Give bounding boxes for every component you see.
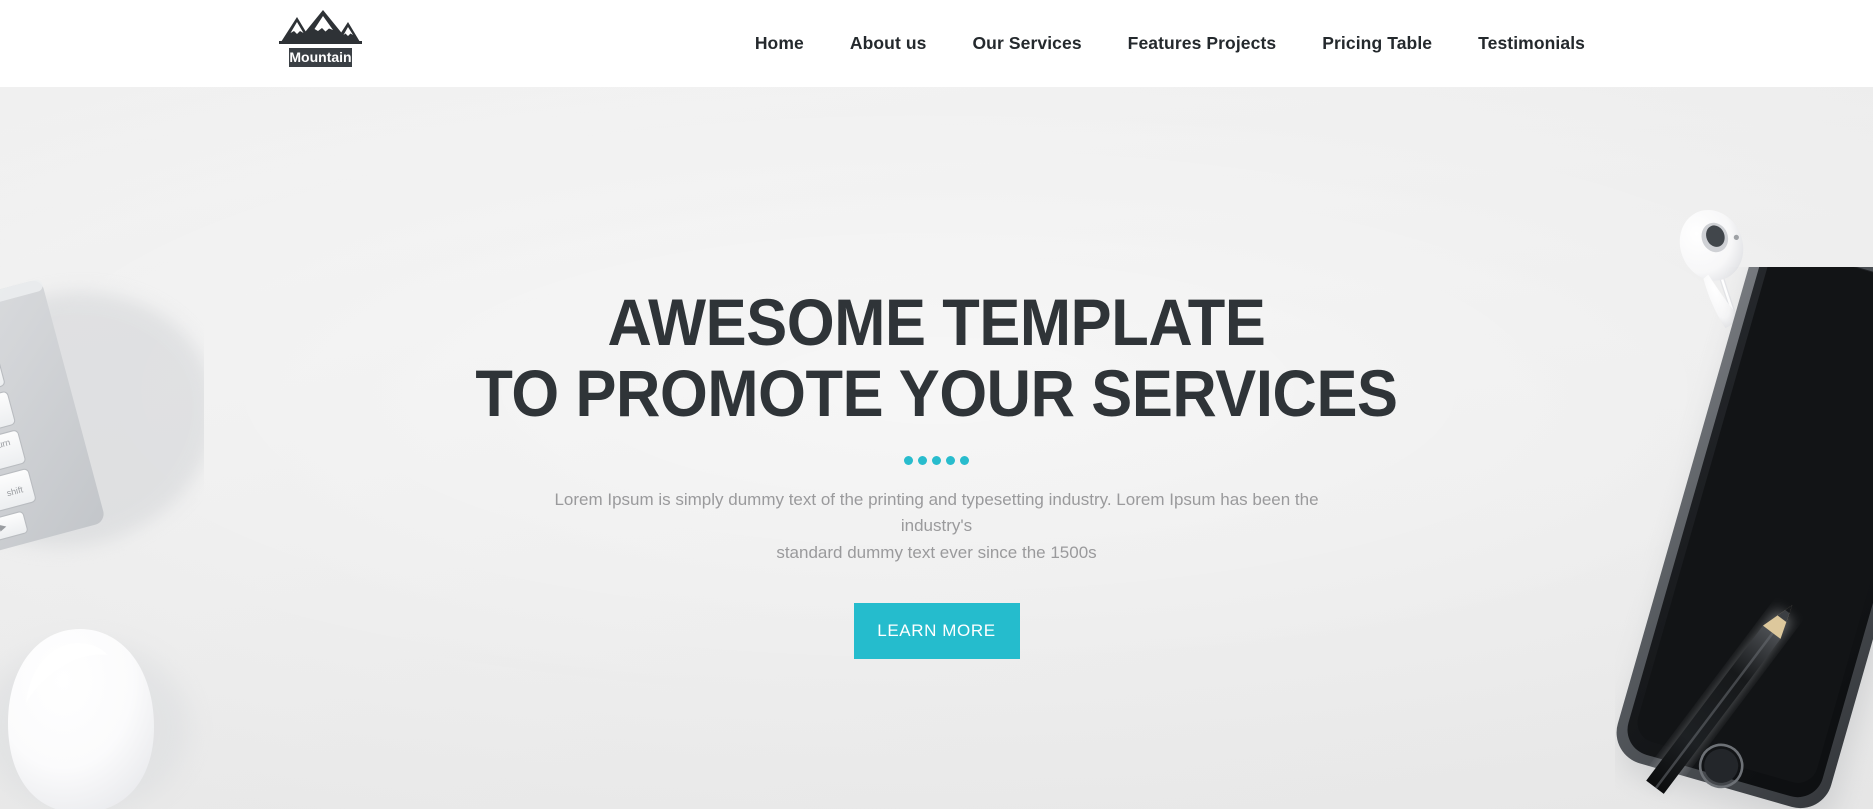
divider-dot — [960, 455, 969, 465]
divider-dot — [946, 455, 955, 465]
dot-divider — [877, 455, 997, 465]
nav-item-about-us: About us — [804, 27, 927, 60]
nav-item-pricing-table: Pricing Table — [1276, 27, 1432, 60]
nav-item-features-projects: Features Projects — [1082, 27, 1277, 60]
nav-link-testimonials[interactable]: Testimonials — [1478, 27, 1585, 60]
hero-description: Lorem Ipsum is simply dummy text of the … — [537, 487, 1337, 568]
divider-dot — [932, 455, 941, 465]
nav-item-testimonials: Testimonials — [1432, 27, 1585, 60]
nav-link-home[interactable]: Home — [755, 27, 804, 60]
main-navigation: Home About us Our Services Features Proj… — [0, 0, 1873, 87]
site-header: Mountain Home About us Our Services Feat… — [0, 0, 1873, 87]
hero-section: ⏏ ◀) delete return shift + ▲ ▶ ◀ — [0, 87, 1873, 809]
hero-content: AWESOME TEMPLATE TO PROMOTE YOUR SERVICE… — [0, 87, 1873, 809]
divider-dot — [904, 455, 913, 465]
hero-title: AWESOME TEMPLATE TO PROMOTE YOUR SERVICE… — [66, 285, 1808, 431]
hero-title-line-1: AWESOME TEMPLATE — [607, 285, 1266, 359]
hero-description-line-2: standard dummy text ever since the 1500s — [776, 543, 1097, 563]
divider-dot — [918, 455, 927, 465]
page-root: Mountain Home About us Our Services Feat… — [0, 0, 1873, 809]
nav-link-about-us[interactable]: About us — [850, 27, 927, 60]
hero-title-line-2: TO PROMOTE YOUR SERVICES — [475, 356, 1398, 431]
hero-description-line-1: Lorem Ipsum is simply dummy text of the … — [554, 489, 1319, 536]
nav-item-home: Home — [755, 27, 804, 60]
nav-item-our-services: Our Services — [926, 27, 1081, 60]
nav-link-our-services[interactable]: Our Services — [972, 27, 1081, 60]
nav-list: Home About us Our Services Features Proj… — [755, 27, 1585, 60]
nav-link-features-projects[interactable]: Features Projects — [1128, 27, 1277, 60]
learn-more-button[interactable]: LEARN MORE — [853, 603, 1020, 660]
nav-link-pricing-table[interactable]: Pricing Table — [1322, 27, 1432, 60]
